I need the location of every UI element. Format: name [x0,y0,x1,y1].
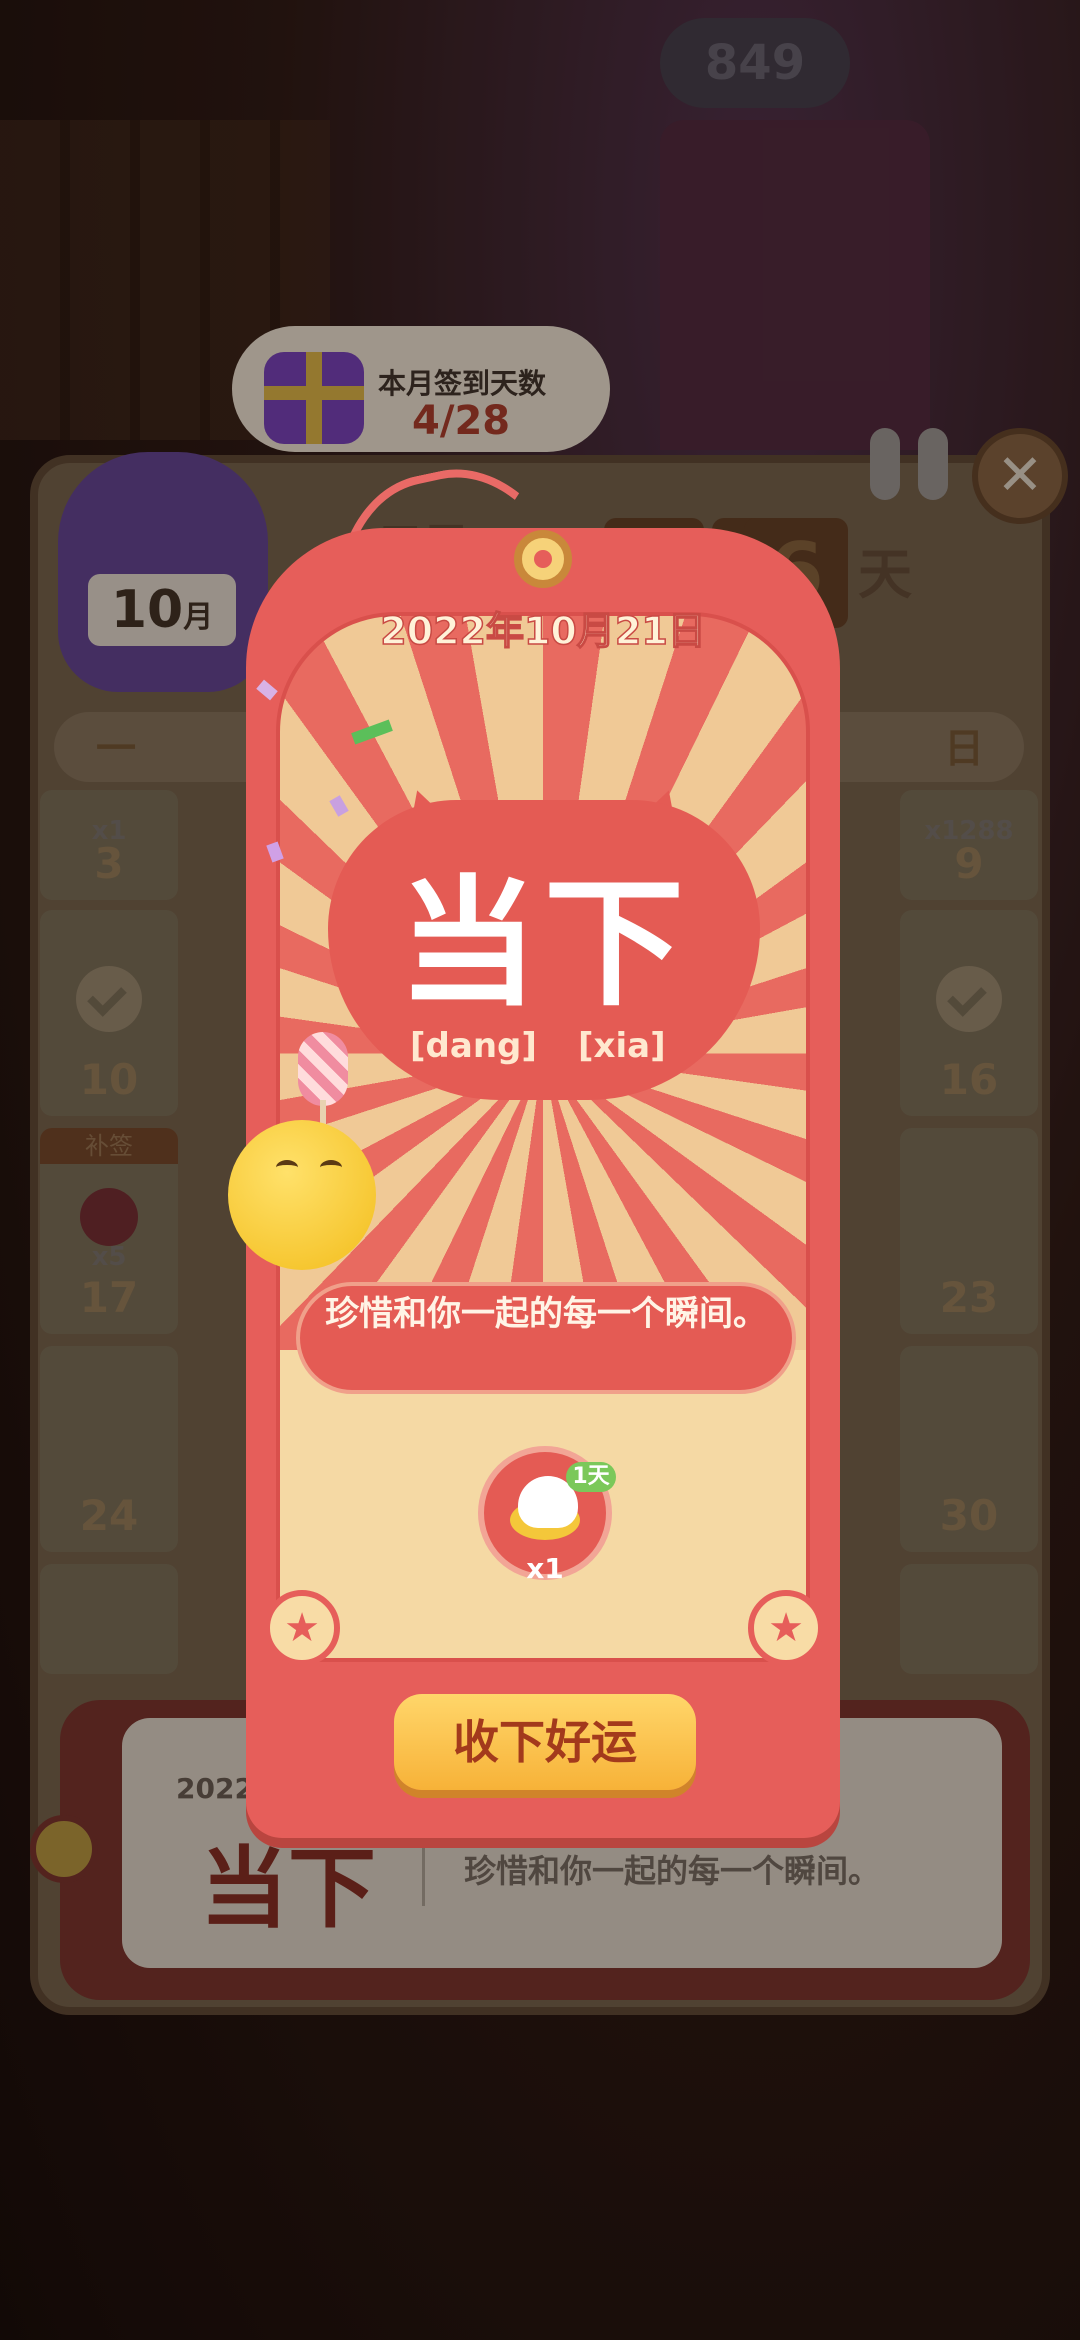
chick-eye [276,1160,298,1175]
chick-eye [320,1160,342,1175]
star-ornament-icon: ★ [748,1590,824,1666]
reward-days-badge: 1天 [566,1462,616,1492]
fortune-sentence: 珍惜和你一起的每一个瞬间。 [325,1294,767,1334]
fortune-date: 2022年10月21日 [379,608,706,654]
star-ornament-icon: ★ [264,1590,340,1666]
pinyin-first: [dang] [410,1026,537,1066]
accept-luck-button[interactable]: 收下好运 [394,1694,696,1790]
lollipop-icon [298,1032,348,1106]
pinyin-second: [xia] [578,1026,666,1066]
tag-eyelet [514,530,572,588]
yellow-chick-mascot [228,1120,376,1270]
reward-quantity: x1 [526,1552,564,1585]
fortune-word: 当下 [397,863,690,1026]
